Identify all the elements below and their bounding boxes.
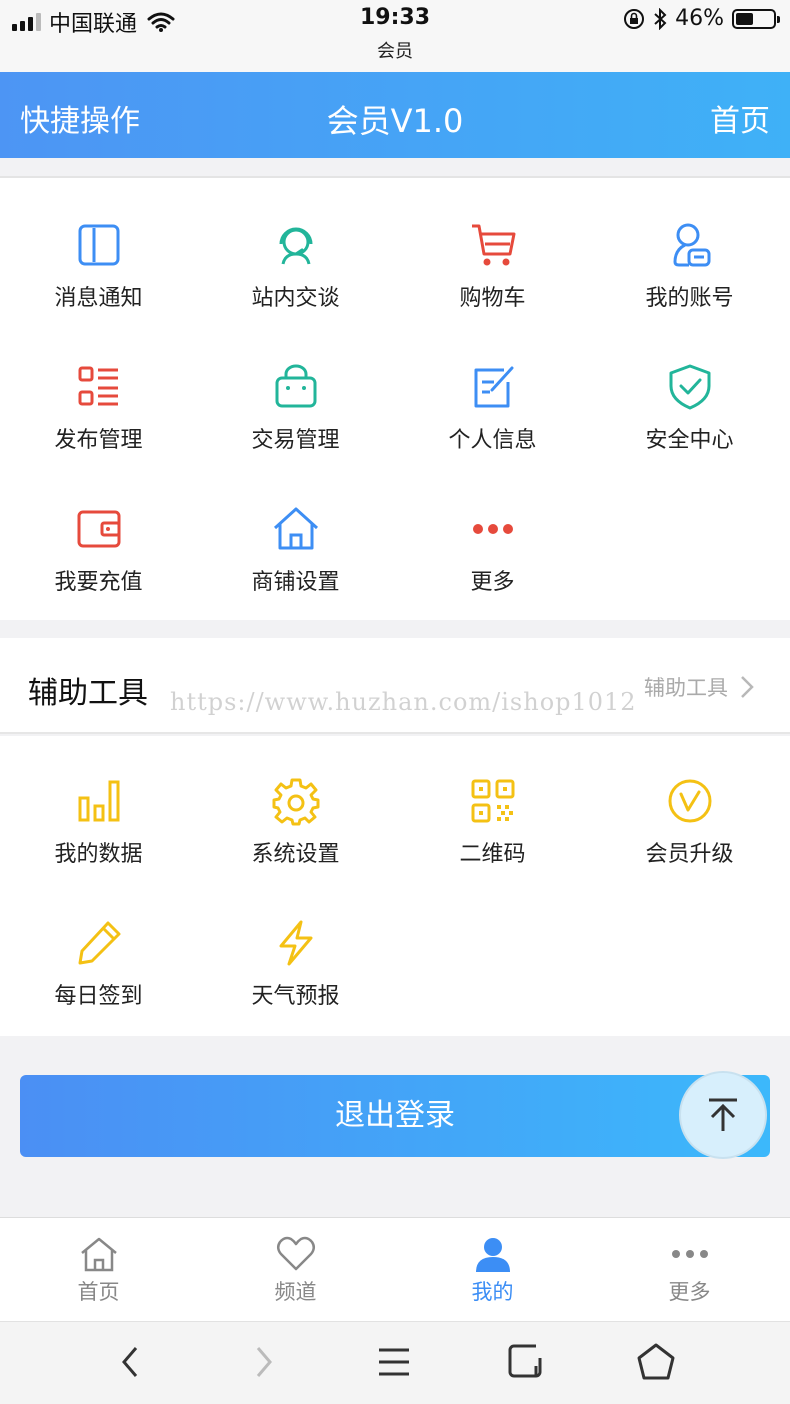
action-label: 消息通知: [54, 286, 143, 311]
qrcode-icon: [471, 779, 514, 823]
cart-icon: [471, 224, 515, 266]
user-card-icon: [672, 223, 710, 267]
more-dots-icon: [472, 524, 513, 534]
person-icon: [475, 1238, 510, 1272]
tool-system-settings[interactable]: 系统设置: [197, 776, 394, 868]
back-icon[interactable]: [118, 1342, 142, 1382]
bar-chart-icon: [78, 780, 119, 822]
logout-button[interactable]: 退出登录: [20, 1075, 770, 1157]
book-icon: [78, 224, 119, 266]
menu-icon[interactable]: [376, 1342, 412, 1382]
heart-icon: [276, 1236, 315, 1271]
tool-label: 二维码: [459, 842, 526, 867]
action-cart[interactable]: 购物车: [394, 220, 591, 312]
edit-icon: [474, 366, 513, 408]
tab-label: 频道: [274, 1280, 317, 1304]
list-icon: [78, 366, 118, 406]
more-dots-icon: [671, 1250, 708, 1258]
tools-section-title: 辅助工具: [28, 676, 148, 711]
action-label: 我要充值: [54, 570, 143, 595]
tab-bar: 首页 频道 我的 更多: [0, 1217, 790, 1321]
watermark-text: https://www.huzhan.com/ishop1012: [170, 688, 637, 716]
tools-more-label: 辅助工具: [644, 676, 728, 700]
action-label: 安全中心: [645, 428, 734, 453]
tab-mine[interactable]: 我的: [394, 1218, 591, 1322]
house-icon: [273, 507, 318, 550]
action-label: 商铺设置: [251, 570, 340, 595]
arrow-up-icon: [709, 1098, 737, 1131]
back-to-top-button[interactable]: [679, 1071, 767, 1159]
action-security[interactable]: 安全中心: [591, 362, 788, 454]
headset-icon: [279, 227, 312, 265]
tabs-icon[interactable]: [506, 1342, 546, 1382]
bag-icon: [275, 364, 316, 408]
rotation-lock-icon: [624, 8, 645, 29]
bluetooth-icon: [654, 7, 667, 30]
battery-icon: [732, 8, 780, 29]
tool-label: 会员升级: [645, 842, 734, 867]
tab-more[interactable]: 更多: [591, 1218, 788, 1322]
forward-icon[interactable]: [252, 1342, 276, 1382]
tool-my-data[interactable]: 我的数据: [0, 776, 197, 868]
quick-actions-section: 消息通知 站内交谈 购物车 我的账号 发布管理 交易管理 个人信息 安全中心 我…: [0, 176, 790, 620]
tools-more-link[interactable]: 辅助工具: [644, 672, 754, 702]
tool-checkin[interactable]: 每日签到: [0, 918, 197, 1010]
tab-label: 首页: [77, 1280, 120, 1304]
status-page-title: 会员: [377, 41, 413, 62]
action-more[interactable]: 更多: [394, 504, 591, 596]
action-label: 我的账号: [645, 286, 734, 311]
tool-label: 每日签到: [54, 984, 143, 1009]
browser-toolbar: [0, 1321, 790, 1404]
battery-percent: 46%: [675, 6, 724, 31]
action-label: 个人信息: [448, 428, 537, 453]
tools-section: 我的数据 系统设置 二维码 会员升级 每日签到 天气预报: [0, 736, 790, 1036]
tab-label: 更多: [668, 1280, 711, 1304]
upgrade-icon: [668, 779, 711, 823]
tab-channel[interactable]: 频道: [197, 1218, 394, 1322]
tool-upgrade[interactable]: 会员升级: [591, 776, 788, 868]
tool-qrcode[interactable]: 二维码: [394, 776, 591, 868]
home-link[interactable]: 首页: [710, 96, 770, 140]
tab-home[interactable]: 首页: [0, 1218, 197, 1322]
action-label: 发布管理: [54, 428, 143, 453]
gear-icon: [272, 778, 319, 826]
tab-label: 我的: [471, 1280, 514, 1304]
action-chat[interactable]: 站内交谈: [197, 220, 394, 312]
tool-weather[interactable]: 天气预报: [197, 918, 394, 1010]
app-header: 快捷操作 会员V1.0 首页: [0, 72, 790, 158]
action-recharge[interactable]: 我要充值: [0, 504, 197, 596]
action-label: 站内交谈: [251, 286, 340, 311]
home-icon: [80, 1237, 117, 1272]
action-publish[interactable]: 发布管理: [0, 362, 197, 454]
action-account[interactable]: 我的账号: [591, 220, 788, 312]
tool-label: 天气预报: [251, 984, 340, 1009]
lightning-icon: [279, 920, 312, 966]
shield-icon: [669, 364, 710, 410]
pencil-icon: [78, 921, 120, 965]
action-label: 更多: [470, 570, 515, 595]
wallet-icon: [77, 510, 120, 548]
home-outline-icon[interactable]: [636, 1342, 676, 1382]
tool-label: 我的数据: [54, 842, 143, 867]
action-messages[interactable]: 消息通知: [0, 220, 197, 312]
tools-section-header: 辅助工具 辅助工具: [0, 638, 790, 734]
action-profile[interactable]: 个人信息: [394, 362, 591, 454]
action-label: 交易管理: [251, 428, 340, 453]
page-title: 会员V1.0: [326, 102, 464, 140]
tool-label: 系统设置: [251, 842, 340, 867]
status-right: 46%: [623, 6, 780, 31]
chevron-right-icon: [741, 676, 754, 698]
action-shop-settings[interactable]: 商铺设置: [197, 504, 394, 596]
action-trade[interactable]: 交易管理: [197, 362, 394, 454]
status-bar: 中国联通 19:33 会员 46%: [0, 0, 790, 72]
action-label: 购物车: [459, 286, 526, 311]
